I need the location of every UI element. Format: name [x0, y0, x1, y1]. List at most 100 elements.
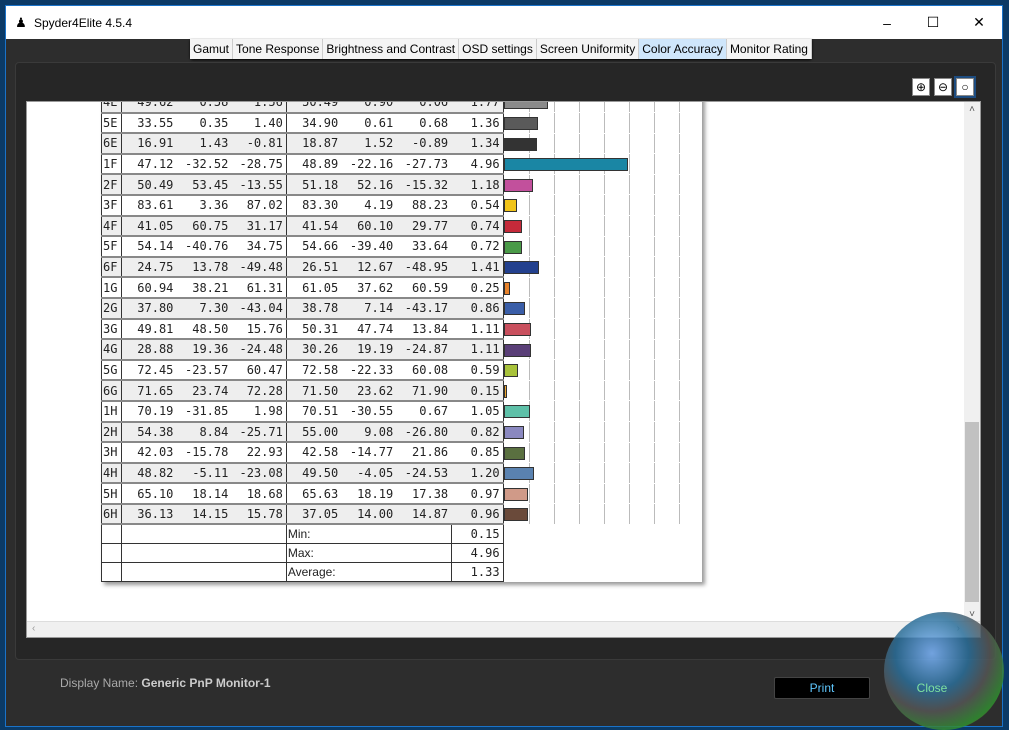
tab-tone-response[interactable]: Tone Response [233, 39, 324, 59]
cell-a2: -22.33 [341, 359, 397, 382]
scroll-thumb[interactable] [965, 422, 979, 602]
gridline [603, 319, 605, 339]
cell-b1: 1.56 [231, 102, 287, 114]
delta-e-bar-cell [503, 277, 702, 299]
delta-e-bar [503, 199, 518, 213]
patch-id: 2G [101, 297, 122, 320]
cell-L1: 28.88 [121, 339, 177, 361]
table-row: 2F 50.49 53.45 -13.55 51.18 52.16 -15.32 1.18 [101, 174, 702, 196]
delta-e-bar-cell [503, 380, 702, 402]
summary-value: 0.15 [451, 524, 504, 544]
close-window-button[interactable]: ✕ [956, 6, 1002, 39]
gridline [628, 216, 630, 236]
tab-screen-uniformity[interactable]: Screen Uniformity [536, 39, 640, 59]
color-accuracy-table-page: 4E 49.62 0.58 1.56 50.49 0.90 0.06 1.77 5E 33.55 0… [101, 102, 702, 582]
gridline [653, 195, 655, 216]
gridline [678, 195, 680, 216]
cell-L2: 65.63 [286, 483, 342, 505]
close-button[interactable]: Close [884, 677, 980, 699]
empty-cell [503, 543, 702, 562]
scroll-left-icon[interactable]: ‹ [32, 623, 35, 634]
gridline [653, 380, 655, 401]
delta-e: 0.74 [451, 215, 504, 238]
gridline [553, 277, 555, 298]
tab-monitor-rating[interactable]: Monitor Rating [726, 39, 812, 59]
zoom-fit-icon[interactable]: ○ [954, 76, 976, 98]
delta-e-bar-cell [503, 318, 702, 340]
gridline [678, 442, 680, 463]
table-row: 5E 33.55 0.35 1.40 34.90 0.61 0.68 1.36 [101, 112, 702, 135]
empty-cell [121, 524, 287, 544]
delta-e-bar [503, 364, 519, 378]
gridline [678, 360, 680, 380]
cell-a2: 12.67 [341, 256, 397, 279]
gridline [603, 174, 605, 195]
gridline [603, 360, 605, 380]
gridline [553, 174, 555, 195]
tab-color-accuracy[interactable]: Color Accuracy [639, 39, 727, 59]
delta-e-bar [503, 446, 525, 460]
cell-b1: -13.55 [231, 174, 287, 196]
cell-b2: 33.64 [396, 236, 452, 258]
delta-e-bar-cell [503, 112, 702, 134]
scroll-up-icon[interactable]: ˄ [964, 104, 980, 115]
cell-b1: 1.98 [231, 400, 287, 423]
gridline [578, 339, 580, 360]
delta-e: 1.18 [451, 174, 504, 196]
gridline [653, 319, 655, 339]
gridline [578, 216, 580, 236]
patch-id: 6H [101, 503, 122, 526]
zoom-out-icon[interactable]: ⊖ [934, 78, 952, 96]
gridline [528, 360, 530, 380]
cell-L2: 49.50 [286, 462, 342, 485]
delta-e-bar-cell [503, 194, 702, 217]
cell-L1: 60.94 [121, 277, 177, 299]
gridline [578, 380, 580, 401]
gridline [603, 216, 605, 236]
cell-b1: 60.47 [231, 359, 287, 382]
maximize-button[interactable]: ☐ [910, 6, 956, 39]
minimize-button[interactable]: – [864, 6, 910, 39]
gridline [578, 442, 580, 463]
gridline [628, 442, 630, 463]
patch-id: 2H [101, 421, 122, 444]
cell-L1: 47.12 [121, 153, 177, 176]
color-accuracy-table: 4E 49.62 0.58 1.56 50.49 0.90 0.06 1.77 5E 33.55 0… [101, 102, 702, 582]
gridline [578, 102, 580, 113]
delta-e-bar [503, 508, 528, 522]
gridline [553, 401, 555, 421]
gridline [653, 339, 655, 360]
zoom-in-icon[interactable]: ⊕ [912, 78, 930, 96]
tab-osd-settings[interactable]: OSD settings [459, 39, 537, 59]
cell-L1: 33.55 [121, 112, 177, 135]
gridline [603, 504, 605, 524]
gridline [553, 483, 555, 504]
print-button[interactable]: Print [774, 677, 870, 699]
gridline [603, 442, 605, 463]
cell-L1: 16.91 [121, 133, 177, 155]
tab-gamut[interactable]: Gamut [190, 39, 234, 59]
horizontal-scrollbar[interactable]: ‹ › [27, 621, 980, 637]
gridline [578, 133, 580, 154]
gridline [578, 174, 580, 195]
cell-L1: 54.14 [121, 236, 177, 258]
summary-label: Min: [286, 524, 452, 544]
vertical-scrollbar[interactable]: ˄ ˅ [964, 102, 980, 622]
empty-cell [101, 562, 122, 582]
cell-L2: 70.51 [286, 400, 342, 423]
tab-brightness-and-contrast[interactable]: Brightness and Contrast [323, 39, 460, 59]
delta-e-bar-cell [503, 359, 702, 381]
cell-a1: -15.78 [176, 442, 232, 464]
gridline [603, 277, 605, 298]
gridline [628, 339, 630, 360]
cell-b1: -25.71 [231, 421, 287, 444]
gridline [603, 463, 605, 483]
gridline [553, 298, 555, 319]
gridline [553, 195, 555, 216]
gridline [628, 360, 630, 380]
delta-e-bar-cell [503, 215, 702, 237]
patch-id: 4G [101, 339, 122, 361]
table-row: 1H 70.19 -31.85 1.98 70.51 -30.55 0.67 1.05 [101, 400, 702, 423]
cell-L2: 37.05 [286, 503, 342, 526]
gridline [553, 339, 555, 360]
